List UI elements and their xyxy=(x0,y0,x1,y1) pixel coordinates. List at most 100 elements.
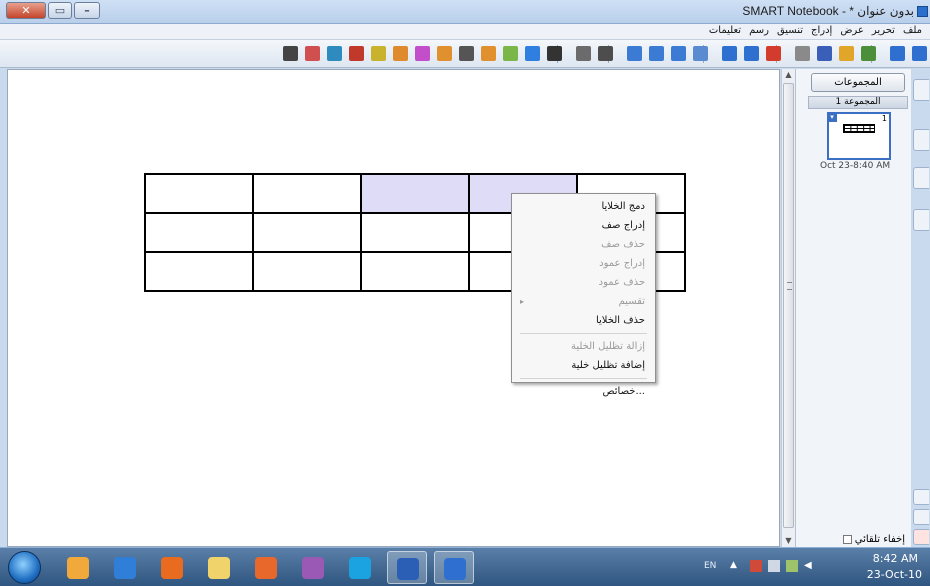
menu-edit[interactable]: تحرير xyxy=(868,24,899,39)
context-menu-item-label: حذف عمود xyxy=(598,277,645,288)
context-menu-item[interactable]: حذف الخلايا xyxy=(512,311,655,330)
menu-help[interactable]: تعليمات xyxy=(705,24,745,39)
redo-icon[interactable] xyxy=(744,46,759,61)
gallery-tab-icon[interactable] xyxy=(913,129,929,151)
menu-view[interactable]: عرض xyxy=(836,24,868,39)
whiteboard-canvas[interactable]: دمج الخلايا إدراج صف حذف صف إدراج عمود حذف ع… xyxy=(7,69,780,547)
properties-tab-icon[interactable] xyxy=(913,209,929,231)
taskbar-app-button[interactable] xyxy=(387,551,427,584)
taskbar-app-button[interactable] xyxy=(293,551,333,584)
close-panel-icon[interactable] xyxy=(913,529,929,545)
table-cell[interactable] xyxy=(252,173,362,214)
context-menu-item-label: إدراج صف xyxy=(601,220,645,231)
clock-time[interactable]: 8:42 AM xyxy=(873,552,918,565)
vertical-scrollbar[interactable]: ▲ ▼ xyxy=(781,69,795,547)
language-indicator[interactable]: EN xyxy=(704,561,716,571)
table-cell[interactable] xyxy=(144,173,254,214)
context-menu-item: إزالة تظليل الخلية xyxy=(512,337,655,356)
open-icon[interactable] xyxy=(839,46,854,61)
autohide-toggle[interactable]: إخفاء تلقائي xyxy=(842,534,905,545)
handwriting-icon[interactable] xyxy=(327,46,342,61)
fill-icon[interactable] xyxy=(393,46,408,61)
context-menu-item-label: حذف صف xyxy=(601,239,645,250)
grip-icon xyxy=(787,282,792,290)
line-icon[interactable] xyxy=(459,46,474,61)
context-menu-item-label: إدراج عمود xyxy=(599,258,645,269)
table-cell[interactable] xyxy=(360,173,470,214)
scrollbar-thumb[interactable] xyxy=(783,83,794,528)
full-screen-icon[interactable] xyxy=(671,46,686,61)
table-cell[interactable] xyxy=(252,251,362,292)
side-tab-strip xyxy=(911,69,930,547)
screen-shade-icon[interactable] xyxy=(693,46,708,61)
font-icon[interactable] xyxy=(349,46,364,61)
text-icon[interactable] xyxy=(598,46,613,61)
volume-icon[interactable]: ◀ xyxy=(804,560,816,572)
close-button[interactable]: ✕ xyxy=(6,2,46,19)
tray-expand-icon[interactable]: ▲ xyxy=(730,560,742,572)
eraser-icon[interactable] xyxy=(481,46,496,61)
menu-insert[interactable]: إدراج xyxy=(807,24,836,39)
page-sorter-tab-icon[interactable] xyxy=(913,79,929,101)
move-toolbar-icon[interactable] xyxy=(283,46,298,61)
taskbar-app-button[interactable] xyxy=(58,551,98,584)
taskbar-app-button[interactable] xyxy=(199,551,239,584)
undo-icon[interactable] xyxy=(722,46,737,61)
context-menu: دمج الخلايا إدراج صف حذف صف إدراج عمود حذف ع… xyxy=(511,193,656,397)
menu-draw[interactable]: رسم xyxy=(745,24,773,39)
menu-file[interactable]: ملف xyxy=(899,24,926,39)
table-icon[interactable] xyxy=(576,46,591,61)
stamp-icon[interactable] xyxy=(305,46,320,61)
action-center-icon[interactable] xyxy=(750,560,762,572)
menu-separator xyxy=(520,378,647,379)
taskbar-app-button[interactable] xyxy=(152,551,192,584)
arrow-forward-icon[interactable] xyxy=(912,46,927,61)
groups-button[interactable]: المجموعات xyxy=(811,73,905,92)
attachments-tab-icon[interactable] xyxy=(913,167,929,189)
arrow-back-icon[interactable] xyxy=(890,46,905,61)
table-cell[interactable] xyxy=(144,212,254,253)
minimize-button[interactable]: – xyxy=(74,2,100,19)
delete-icon[interactable] xyxy=(766,46,781,61)
select-icon[interactable] xyxy=(547,46,562,61)
creative-pen-icon[interactable] xyxy=(503,46,518,61)
table-cell[interactable] xyxy=(360,212,470,253)
maximize-button[interactable]: ▭ xyxy=(48,2,72,19)
page-add-icon[interactable] xyxy=(861,46,876,61)
forward-arrow-icon[interactable] xyxy=(913,489,929,505)
clock-date[interactable]: 23-Oct-10 xyxy=(867,568,922,581)
shape-icon[interactable] xyxy=(437,46,452,61)
capture-icon[interactable] xyxy=(627,46,642,61)
taskbar-app-button[interactable] xyxy=(340,551,380,584)
pen-icon[interactable] xyxy=(525,46,540,61)
outlook-icon xyxy=(67,557,89,579)
page-thumbnail[interactable]: ▾ 1 xyxy=(827,112,891,160)
autohide-checkbox[interactable] xyxy=(842,535,852,544)
start-button[interactable] xyxy=(8,551,41,584)
table-cell[interactable] xyxy=(144,251,254,292)
scroll-up-icon[interactable]: ▲ xyxy=(784,70,793,80)
group-label[interactable]: المجموعة 1 xyxy=(808,96,908,109)
thumbnail-menu-icon[interactable]: ▾ xyxy=(827,112,837,122)
context-menu-item[interactable]: إدراج صف xyxy=(512,216,655,235)
context-menu-item[interactable]: دمج الخلايا xyxy=(512,197,655,216)
taskbar-app-button[interactable] xyxy=(105,551,145,584)
properties-icon[interactable] xyxy=(371,46,386,61)
back-arrow-icon[interactable] xyxy=(913,509,929,525)
taskbar-app-button[interactable] xyxy=(434,551,474,584)
internet-explorer-icon xyxy=(114,557,136,579)
taskbar-app-button[interactable] xyxy=(246,551,286,584)
context-menu-item[interactable]: ...خصائص xyxy=(512,382,655,401)
network-icon[interactable] xyxy=(768,560,780,572)
save-icon[interactable] xyxy=(817,46,832,61)
page-sorter-panel: المجموعات المجموعة 1 ▾ 1 Oct 23-8:40 AM … xyxy=(795,69,911,547)
scroll-down-icon[interactable]: ▼ xyxy=(784,536,793,546)
context-menu-item[interactable]: إضافة تظليل خلية xyxy=(512,356,655,375)
magic-pen-icon[interactable] xyxy=(415,46,430,61)
dual-display-icon[interactable] xyxy=(649,46,664,61)
paste-icon[interactable] xyxy=(795,46,810,61)
menu-format[interactable]: تنسيق xyxy=(773,24,807,39)
power-icon[interactable] xyxy=(786,560,798,572)
table-cell[interactable] xyxy=(360,251,470,292)
table-cell[interactable] xyxy=(252,212,362,253)
